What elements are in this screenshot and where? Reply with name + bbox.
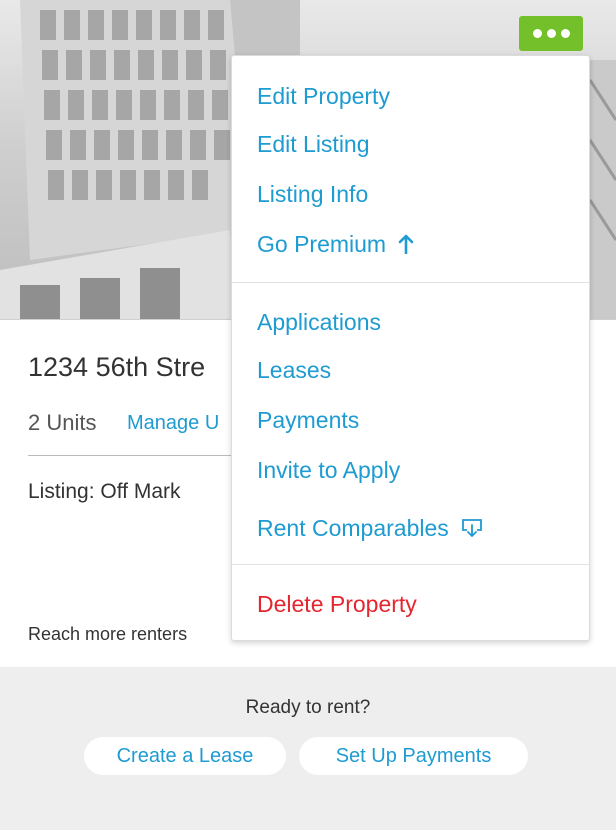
menu-separator — [232, 282, 589, 283]
menu-item-delete-property[interactable]: Delete Property — [257, 590, 417, 618]
menu-item-label: Payments — [257, 407, 360, 433]
ready-to-rent-text: Ready to rent? — [245, 697, 371, 718]
menu-item-label: Listing Info — [257, 181, 369, 207]
menu-separator — [232, 564, 589, 565]
arrow-up-icon — [398, 232, 414, 260]
menu-item-listing-info[interactable]: Listing Info — [257, 180, 368, 208]
menu-item-edit-listing[interactable]: Edit Listing — [257, 130, 370, 158]
menu-item-label: Rent Comparables — [257, 515, 449, 541]
property-card: 1234 56th Stre 2 Units Manage U Listing:… — [0, 0, 616, 830]
card-footer: Ready to rent? Create a Lease Set Up Pay… — [0, 667, 616, 830]
menu-item-label: Leases — [257, 357, 332, 383]
more-icon — [532, 29, 542, 38]
menu-item-applications[interactable]: Applications — [257, 308, 381, 336]
menu-item-edit-property[interactable]: Edit Property — [257, 82, 390, 110]
property-address: 1234 56th Stre — [28, 352, 206, 382]
create-lease-button[interactable]: Create a Lease — [84, 737, 286, 775]
menu-item-payments[interactable]: Payments — [257, 406, 359, 434]
menu-item-label: Edit Property — [257, 83, 390, 109]
reach-renters-text: Reach more renters — [28, 624, 188, 644]
more-options-button[interactable] — [519, 16, 583, 51]
download-icon — [461, 516, 483, 544]
more-icon-dot — [546, 29, 556, 38]
more-icon-dot — [560, 29, 570, 38]
menu-item-go-premium[interactable]: Go Premium — [257, 230, 414, 260]
manage-units-link[interactable]: Manage U — [127, 412, 219, 435]
menu-item-label: Applications — [257, 309, 382, 335]
unit-count: 2 Units — [28, 410, 97, 435]
menu-item-leases[interactable]: Leases — [257, 356, 331, 384]
property-options-menu: Edit Property Edit Listing Listing Info … — [231, 55, 590, 641]
listing-status: Listing: Off Mark — [28, 480, 181, 503]
menu-item-label: Delete Property — [257, 591, 417, 617]
setup-payments-button[interactable]: Set Up Payments — [299, 737, 528, 775]
menu-item-rent-comparables[interactable]: Rent Comparables — [257, 514, 483, 544]
menu-item-label: Invite to Apply — [257, 457, 401, 483]
menu-item-invite-to-apply[interactable]: Invite to Apply — [257, 456, 400, 484]
menu-item-label: Go Premium — [257, 231, 387, 257]
menu-item-label: Edit Listing — [257, 131, 370, 157]
